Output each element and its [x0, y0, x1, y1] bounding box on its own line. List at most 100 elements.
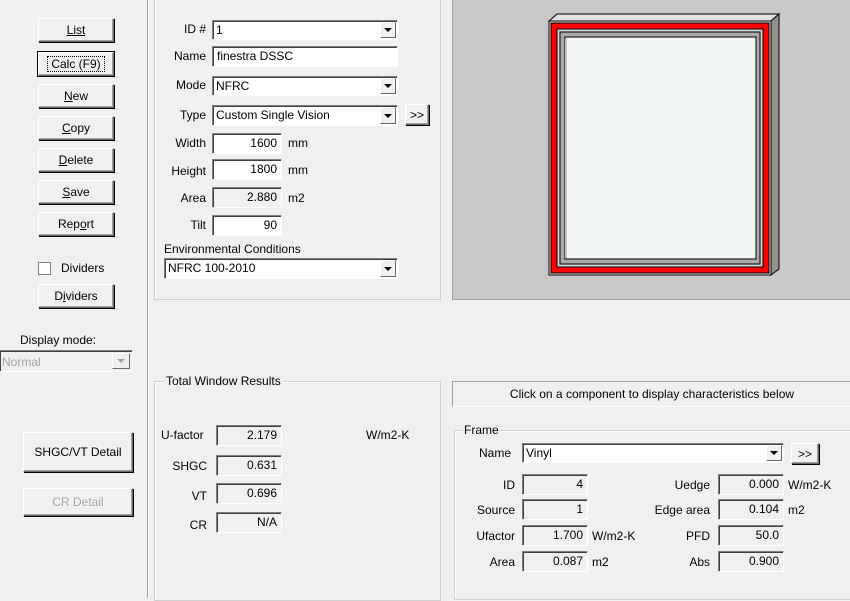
id-select[interactable]: 1 [212, 20, 398, 40]
shgc-field: 0.631 [216, 455, 282, 476]
width-label: Width [175, 136, 206, 150]
height-field[interactable]: 1800 [212, 159, 282, 180]
tilt-field[interactable]: 90 [212, 215, 282, 236]
frame-area-unit: m2 [592, 555, 609, 569]
ufactor-field: 2.179 [216, 425, 282, 446]
shgc-label: SHGC [172, 459, 207, 473]
frame-area-label: Area [489, 555, 515, 569]
list-button[interactable]: List [38, 18, 114, 42]
chevron-down-icon[interactable] [380, 107, 396, 124]
new-button-label: New [63, 89, 88, 103]
calc-button-label: Calc (F9) [47, 56, 105, 72]
mode-value: NFRC [216, 79, 250, 93]
vt-field: 0.696 [216, 483, 282, 504]
name-field[interactable]: finestra DSSC [212, 46, 398, 67]
env-conditions-value: NFRC 100-2010 [168, 261, 256, 275]
area-field: 2.880 [212, 187, 282, 208]
save-button[interactable]: Save [38, 180, 114, 204]
cr-label: CR [189, 518, 207, 532]
frame-name-label: Name [479, 446, 512, 460]
name-label: Name [173, 49, 206, 63]
display-mode-value: Normal [2, 355, 41, 369]
dividers-button[interactable]: Dividers [38, 284, 114, 308]
new-button[interactable]: New [38, 84, 114, 108]
frame-ufactor-label: Ufactor [476, 529, 515, 543]
frame-source-field: 1 [522, 499, 588, 520]
chevron-down-icon[interactable] [380, 260, 396, 277]
tilt-label: Tilt [190, 218, 206, 232]
save-button-label: Save [62, 185, 90, 199]
frame-area-field: 0.087 [522, 551, 588, 572]
delete-button-label: Delete [58, 153, 94, 167]
frame-edge-area-unit: m2 [788, 503, 805, 517]
frame-name-select[interactable]: Vinyl [522, 443, 784, 463]
frame-uedge-label: Uedge [674, 478, 710, 492]
dividers-button-label: Dividers [54, 289, 98, 303]
chevron-down-icon[interactable] [380, 22, 396, 38]
frame-pfd-field: 50.0 [718, 525, 784, 546]
frame-more-button[interactable]: >> [791, 443, 819, 464]
glass-pane[interactable] [564, 36, 757, 260]
frame-edge-area-field: 0.104 [718, 499, 784, 520]
dividers-checkbox[interactable] [38, 262, 51, 275]
width-unit: mm [288, 136, 308, 150]
frame-depth-top [547, 13, 781, 22]
frame-uedge-unit: W/m2-K [788, 478, 832, 492]
window-preview[interactable] [452, 0, 850, 300]
frame-abs-field: 0.900 [718, 551, 784, 572]
area-unit: m2 [288, 191, 305, 205]
id-value: 1 [216, 23, 223, 37]
width-field[interactable]: 1600 [212, 133, 282, 154]
frame-more-label: >> [797, 446, 812, 461]
type-label: Type [179, 108, 206, 122]
shgc-vt-detail-label: SHGC/VT Detail [34, 445, 122, 459]
shgc-vt-detail-button[interactable]: SHGC/VT Detail [23, 432, 133, 472]
type-select[interactable]: Custom Single Vision [212, 105, 398, 126]
cr-detail-button: CR Detail [23, 488, 133, 516]
display-mode-label: Display mode: [20, 333, 97, 347]
mode-label: Mode [175, 78, 206, 92]
type-more-label: >> [409, 107, 424, 122]
frame-abs-label: Abs [689, 555, 710, 569]
frame-title: Frame [462, 423, 501, 437]
cr-field: N/A [216, 512, 282, 533]
frame-uedge-field: 0.000 [718, 474, 784, 495]
mode-select[interactable]: NFRC [212, 76, 398, 96]
dividers-checkbox-label: Dividers [61, 261, 105, 275]
component-hint-bar: Click on a component to display characte… [452, 381, 850, 407]
ufactor-label: U-factor [161, 428, 204, 442]
delete-button[interactable]: Delete [38, 148, 114, 172]
ufactor-unit: W/m2-K [366, 428, 410, 442]
type-value: Custom Single Vision [216, 108, 330, 122]
frame-ufactor-unit: W/m2-K [592, 529, 636, 543]
copy-button[interactable]: Copy [38, 116, 114, 140]
frame-name-value: Vinyl [526, 446, 552, 460]
frame-depth-right [770, 12, 780, 276]
id-label: ID # [183, 22, 206, 36]
copy-button-label: Copy [61, 121, 91, 135]
chevron-down-icon[interactable] [112, 353, 130, 369]
height-label: Height [171, 164, 206, 178]
calc-button[interactable]: Calc (F9) [37, 51, 115, 77]
total-results-title: Total Window Results [164, 374, 283, 388]
report-button[interactable]: Report [38, 212, 114, 236]
component-hint-text: Click on a component to display characte… [509, 387, 795, 401]
vt-label: VT [191, 489, 207, 503]
cr-detail-label: CR Detail [52, 495, 104, 509]
chevron-down-icon[interactable] [380, 78, 396, 94]
list-button-label: List [66, 23, 86, 37]
frame-ufactor-field: 1.700 [522, 525, 588, 546]
frame-source-label: Source [476, 503, 515, 517]
env-conditions-select[interactable]: NFRC 100-2010 [164, 258, 398, 279]
height-unit: mm [288, 163, 308, 177]
display-mode-select[interactable]: Normal [0, 350, 133, 372]
env-conditions-label: Environmental Conditions [164, 242, 301, 256]
area-label: Area [180, 191, 206, 205]
chevron-down-icon[interactable] [766, 445, 782, 461]
frame-pfd-label: PFD [686, 529, 710, 543]
frame-id-field: 4 [522, 474, 588, 495]
window-drawing[interactable] [453, 0, 850, 301]
frame-id-label: ID [503, 478, 515, 492]
type-more-button[interactable]: >> [405, 104, 429, 125]
frame-edge-area-label: Edge area [654, 503, 710, 517]
